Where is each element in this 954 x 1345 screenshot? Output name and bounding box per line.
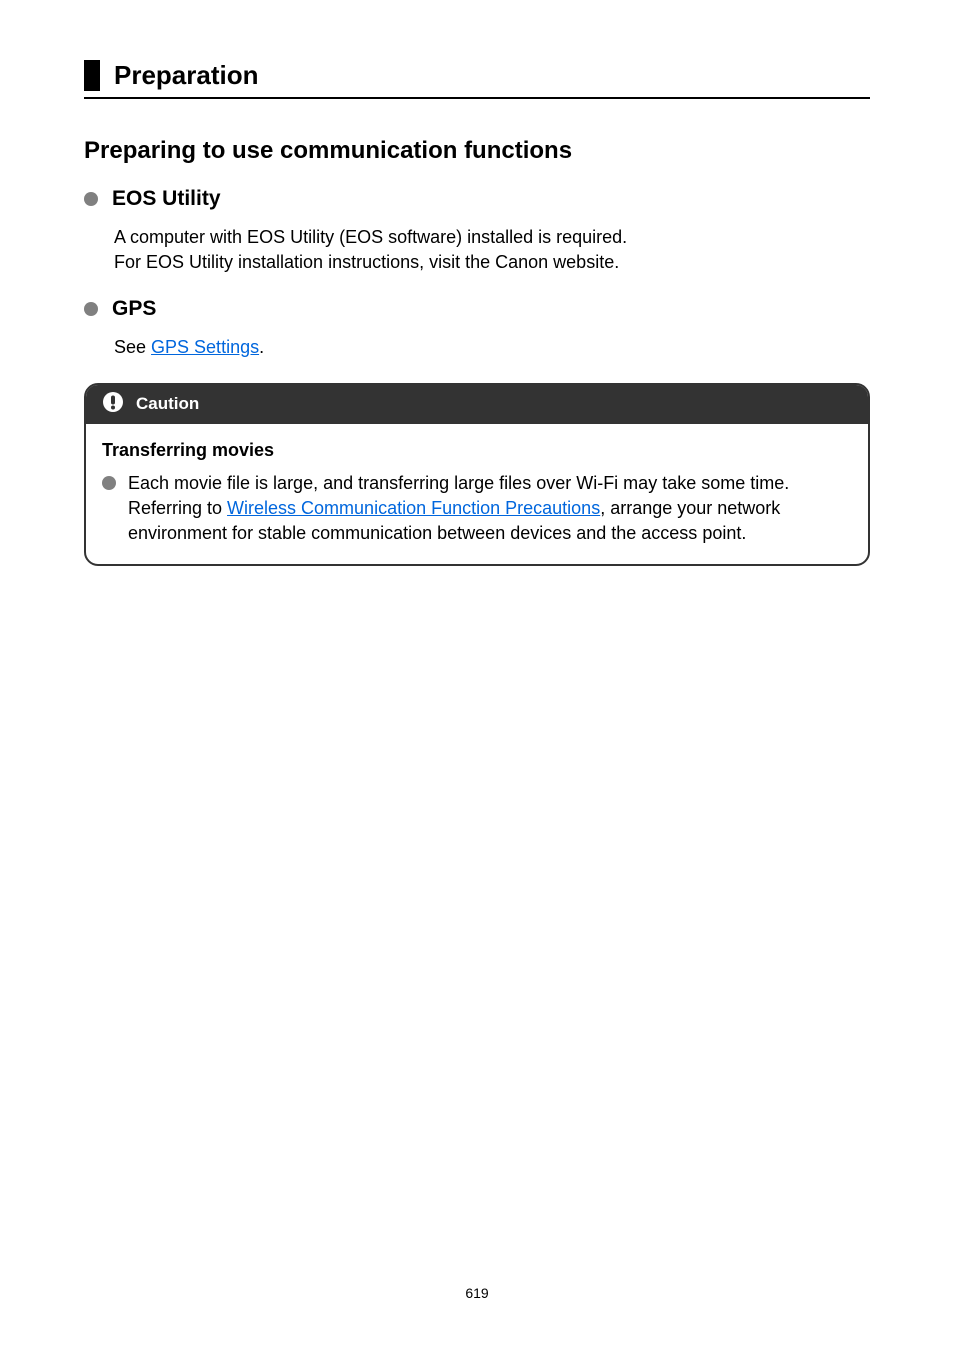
body-line: A computer with EOS Utility (EOS softwar… bbox=[114, 227, 627, 247]
page-title: Preparation bbox=[114, 60, 870, 91]
bullet-icon bbox=[84, 302, 98, 316]
page-number: 619 bbox=[0, 1285, 954, 1301]
body-line: For EOS Utility installation instruction… bbox=[114, 252, 619, 272]
page-title-block: Preparation bbox=[84, 60, 870, 91]
caution-label: Caution bbox=[136, 394, 199, 414]
caution-subheading: Transferring movies bbox=[102, 440, 852, 461]
caution-body: Transferring movies Each movie file is l… bbox=[86, 424, 868, 565]
caution-header: Caution bbox=[86, 385, 868, 424]
caution-text: Each movie file is large, and transferri… bbox=[128, 471, 852, 547]
bullet-icon bbox=[102, 476, 116, 490]
caution-icon bbox=[102, 391, 124, 418]
body-suffix: . bbox=[259, 337, 264, 357]
gps-settings-link[interactable]: GPS Settings bbox=[151, 337, 259, 357]
wireless-precautions-link[interactable]: Wireless Communication Function Precauti… bbox=[227, 498, 600, 518]
section-heading: Preparing to use communication functions bbox=[84, 137, 870, 165]
sub-item-eos-utility: EOS Utility bbox=[84, 187, 870, 211]
caution-bullet-row: Each movie file is large, and transferri… bbox=[102, 471, 852, 547]
eos-utility-body: A computer with EOS Utility (EOS softwar… bbox=[114, 225, 870, 275]
gps-body: See GPS Settings. bbox=[114, 335, 870, 360]
title-underline bbox=[84, 97, 870, 99]
bullet-icon bbox=[84, 192, 98, 206]
caution-box: Caution Transferring movies Each movie f… bbox=[84, 383, 870, 567]
body-prefix: See bbox=[114, 337, 151, 357]
sub-item-gps: GPS bbox=[84, 297, 870, 321]
sub-item-label: EOS Utility bbox=[112, 187, 221, 211]
sub-item-label: GPS bbox=[112, 297, 156, 321]
